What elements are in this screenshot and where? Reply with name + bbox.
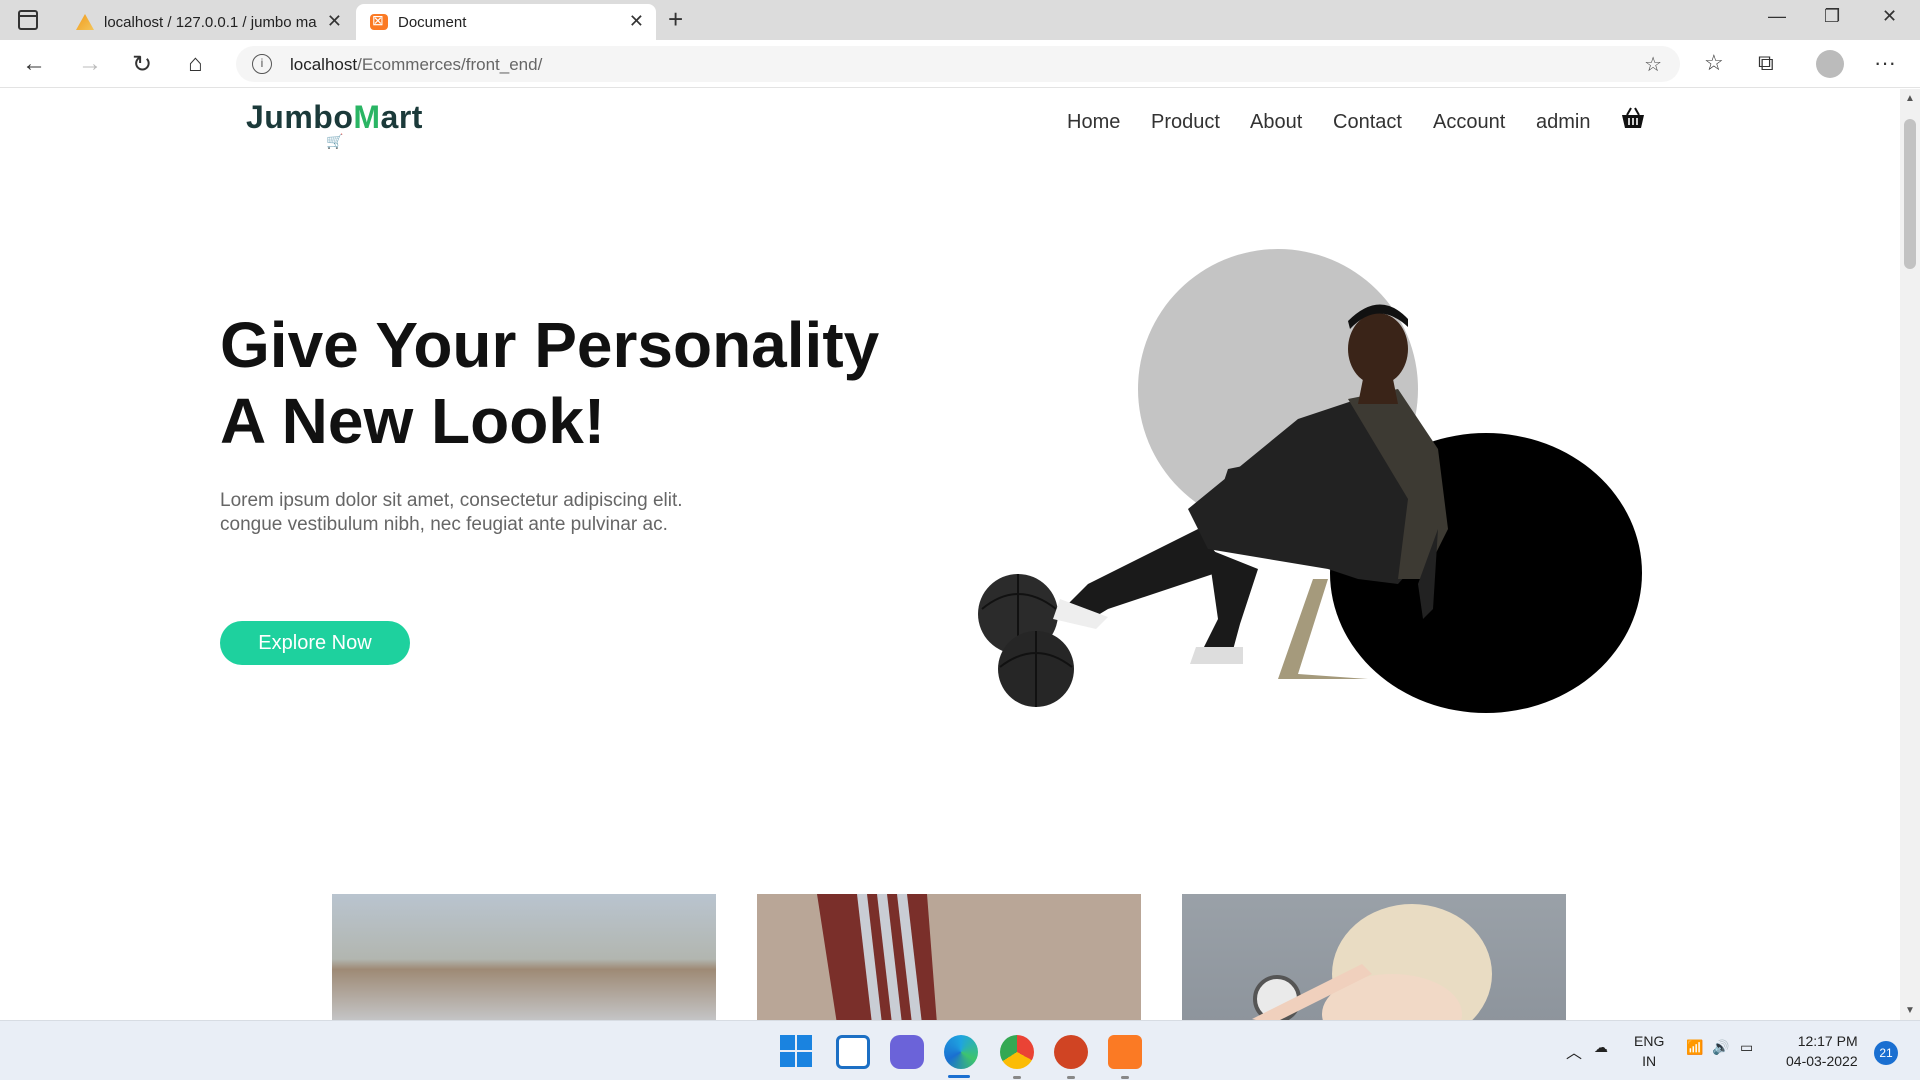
- xampp-icon[interactable]: [1108, 1035, 1142, 1069]
- running-app-indicator: [1013, 1076, 1021, 1079]
- powerpoint-icon[interactable]: [1054, 1035, 1088, 1069]
- refresh-icon[interactable]: ↻: [132, 50, 152, 79]
- scroll-up-icon[interactable]: ▲: [1905, 93, 1915, 104]
- explore-now-button[interactable]: Explore Now: [220, 621, 410, 665]
- running-app-indicator: [1121, 1076, 1129, 1079]
- page-scrollbar[interactable]: ▲ ▼: [1900, 89, 1920, 1020]
- logo-text-part3: art: [380, 99, 423, 135]
- track-pants-image: [817, 894, 937, 1020]
- collections-icon[interactable]: ⧉: [1758, 50, 1774, 76]
- hero-model-image: [978, 304, 1448, 707]
- close-window-icon[interactable]: ✕: [1882, 6, 1897, 27]
- teams-chat-icon[interactable]: [890, 1035, 924, 1069]
- page-viewport: JumboMart 🛒 Home Product About Contact A…: [0, 89, 1900, 1020]
- close-tab-icon[interactable]: ✕: [327, 11, 342, 32]
- xampp-favicon-icon: [370, 12, 388, 30]
- product-card-image-1[interactable]: [332, 894, 716, 1020]
- phpmyadmin-favicon-icon: [76, 14, 94, 30]
- home-icon[interactable]: ⌂: [188, 50, 203, 78]
- start-windows-icon[interactable]: [780, 1035, 814, 1069]
- hero-title-line2: A New Look!: [220, 385, 606, 457]
- hero-subtitle-line1: Lorem ipsum dolor sit amet, consectetur …: [220, 490, 683, 511]
- forward-icon[interactable]: →: [78, 50, 102, 78]
- url-text: localhost/Ecommerces/front_end/: [290, 55, 542, 75]
- back-icon[interactable]: ←: [22, 50, 46, 78]
- product-card-image-2[interactable]: [757, 894, 1141, 1020]
- cart-logo-icon: 🛒: [326, 133, 344, 149]
- edge-browser-icon[interactable]: [944, 1035, 978, 1069]
- scroll-down-icon[interactable]: ▼: [1905, 1005, 1915, 1016]
- clock[interactable]: 12:17 PM 04-03-2022: [1786, 1031, 1858, 1071]
- nav-product[interactable]: Product: [1151, 111, 1220, 134]
- favorites-icon[interactable]: ☆: [1704, 50, 1724, 76]
- clock-date: 04-03-2022: [1786, 1053, 1858, 1069]
- product-card-image-3[interactable]: [1182, 894, 1566, 1020]
- nav-admin[interactable]: admin: [1536, 111, 1590, 134]
- scrollbar-thumb[interactable]: [1904, 119, 1916, 269]
- hero-title-line1: Give Your Personality: [220, 309, 880, 381]
- hero-subtitle: Lorem ipsum dolor sit amet, consectetur …: [220, 489, 683, 537]
- tab-strip: localhost / 127.0.0.1 / jumbo ma ✕ Docum…: [0, 0, 1920, 40]
- show-hidden-icons-icon[interactable]: ︿: [1566, 1039, 1582, 1063]
- new-tab-icon[interactable]: +: [668, 4, 683, 35]
- address-toolbar: ← → ↻ ⌂ i localhost/Ecommerces/front_end…: [0, 40, 1920, 88]
- basket-icon[interactable]: [1620, 105, 1646, 131]
- site-info-icon[interactable]: i: [252, 54, 272, 74]
- language-code: ENG: [1634, 1033, 1665, 1049]
- restore-icon[interactable]: ❐: [1824, 6, 1840, 27]
- nav-contact[interactable]: Contact: [1333, 111, 1402, 134]
- notification-badge[interactable]: 21: [1874, 1041, 1898, 1065]
- profile-avatar-icon[interactable]: [1816, 50, 1844, 78]
- battery-icon[interactable]: ▭: [1740, 1039, 1753, 1056]
- logo-text-part2: M: [353, 99, 381, 135]
- windows-taskbar: ︿ ☁ ENG IN 📶 🔊 ▭ 12:17 PM 04-03-2022 21: [0, 1020, 1920, 1080]
- tab-actions-icon[interactable]: [18, 10, 38, 30]
- more-menu-icon[interactable]: ···: [1874, 50, 1896, 76]
- url-path: /Ecommerces/front_end/: [357, 55, 543, 74]
- language-indicator[interactable]: ENG IN: [1634, 1031, 1664, 1071]
- chrome-icon[interactable]: [1000, 1035, 1034, 1069]
- nav-about[interactable]: About: [1250, 111, 1302, 134]
- tab-title: Document: [398, 14, 467, 31]
- volume-icon[interactable]: 🔊: [1712, 1039, 1729, 1056]
- tab-document[interactable]: Document ✕: [356, 4, 656, 40]
- onedrive-icon[interactable]: ☁: [1594, 1039, 1608, 1056]
- watch-model-image: [1252, 904, 1492, 1020]
- widgets-icon[interactable]: [836, 1035, 870, 1069]
- nav-account[interactable]: Account: [1433, 111, 1505, 134]
- wifi-icon[interactable]: 📶: [1686, 1039, 1703, 1056]
- active-app-indicator: [948, 1075, 970, 1078]
- add-favorite-icon[interactable]: ☆: [1644, 52, 1662, 77]
- tab-phpmyadmin[interactable]: localhost / 127.0.0.1 / jumbo ma ✕: [62, 4, 354, 40]
- clock-time: 12:17 PM: [1797, 1033, 1858, 1049]
- close-tab-icon[interactable]: ✕: [629, 11, 644, 32]
- logo-text-part1: Jumbo: [246, 99, 354, 135]
- hero-title: Give Your Personality A New Look!: [220, 307, 879, 459]
- minimize-icon[interactable]: —: [1768, 6, 1786, 27]
- url-host: localhost: [290, 55, 358, 74]
- hero-subtitle-line2: congue vestibulum nibh, nec feugiat ante…: [220, 514, 668, 535]
- jumbomart-logo[interactable]: JumboMart 🛒: [246, 99, 423, 149]
- region-code: IN: [1642, 1053, 1657, 1069]
- running-app-indicator: [1067, 1076, 1075, 1079]
- address-bar[interactable]: i localhost/Ecommerces/front_end/ ☆: [236, 46, 1680, 82]
- tab-title: localhost / 127.0.0.1 / jumbo ma: [104, 14, 317, 31]
- nav-home[interactable]: Home: [1067, 111, 1120, 134]
